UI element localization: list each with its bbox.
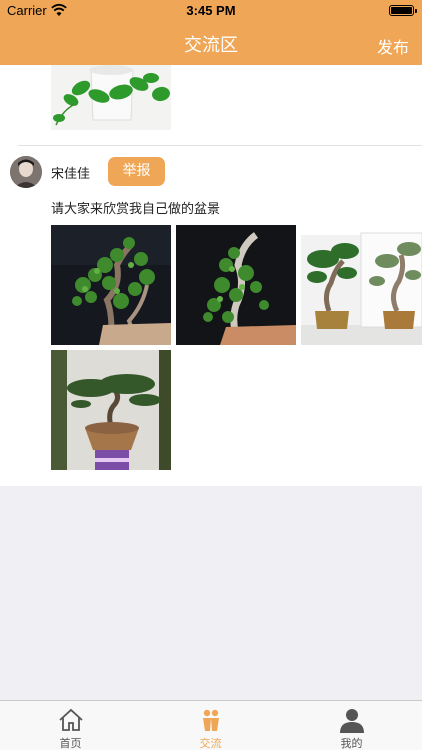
- post-username[interactable]: 宋佳佳: [51, 163, 90, 182]
- bonsai-photo-3[interactable]: [301, 225, 422, 345]
- battery-icon: [389, 5, 417, 16]
- nav-bar: Carrier 3:45 PM 交流区 发布: [0, 0, 422, 65]
- person-icon: [339, 709, 364, 733]
- people-icon: [202, 709, 219, 731]
- bonsai-photo-2[interactable]: [176, 225, 296, 345]
- report-button[interactable]: 举报: [108, 157, 165, 186]
- post-text: 请大家来欣赏我自己做的盆景: [51, 202, 221, 217]
- status-time: 3:45 PM: [186, 3, 236, 18]
- publish-button[interactable]: 发布: [377, 34, 409, 58]
- tab-home-label: 首页: [59, 737, 82, 750]
- bonsai-photo-4[interactable]: [51, 350, 171, 470]
- home-icon: [58, 708, 83, 731]
- tab-exchange[interactable]: 交流: [140, 701, 281, 750]
- previous-post-photo[interactable]: [51, 65, 171, 130]
- tab-mine[interactable]: 我的: [281, 701, 422, 750]
- feed-list: 宋佳佳 举报 请大家来欣赏我自己做的盆景: [0, 65, 422, 486]
- tab-mine-label: 我的: [340, 737, 363, 750]
- tab-home[interactable]: 首页: [0, 701, 141, 750]
- divider: [18, 145, 422, 146]
- avatar[interactable]: [10, 156, 42, 188]
- page-title: 交流区: [184, 35, 238, 56]
- status-bar: Carrier 3:45 PM: [0, 0, 422, 22]
- bonsai-photo-1[interactable]: [51, 225, 171, 345]
- tab-exchange-label: 交流: [199, 737, 222, 750]
- tab-bar: 首页 交流 我的: [0, 700, 422, 750]
